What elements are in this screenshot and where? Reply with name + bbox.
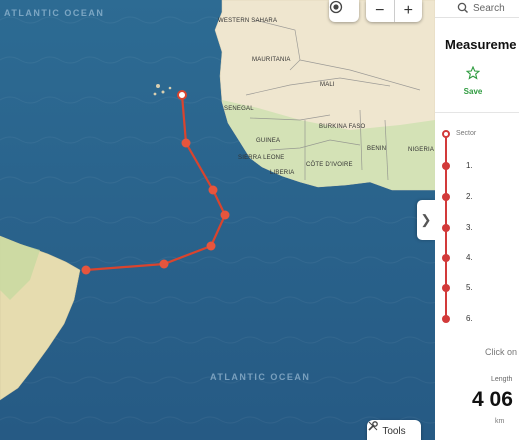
route-vertex: [181, 138, 191, 148]
map-canvas[interactable]: ATLANTIC OCEAN ATLANTIC OCEAN WESTERN SA…: [0, 0, 435, 440]
zoom-out-button[interactable]: −: [366, 0, 394, 22]
point-marker: [442, 162, 450, 170]
sector-label: Sector: [456, 130, 477, 137]
point-marker: [442, 284, 450, 292]
locate-button[interactable]: [329, 0, 359, 22]
panel-divider: [435, 112, 519, 113]
point-row[interactable]: 3.: [435, 222, 519, 252]
country-label: BENIN: [367, 146, 387, 152]
country-label: SENEGAL: [224, 106, 254, 112]
country-label: MAURITANIA: [252, 57, 291, 63]
route-start-vertex: [177, 90, 187, 100]
point-row[interactable]: 5.: [435, 282, 519, 312]
route-vertex: [220, 210, 230, 220]
point-number: 2.: [466, 192, 473, 201]
point-marker: [442, 315, 450, 323]
point-row[interactable]: 1.: [435, 160, 519, 190]
star-icon: [465, 65, 481, 80]
length-value: 4 06: [472, 388, 513, 411]
sector-start-marker: [442, 130, 450, 138]
chevron-right-icon: ❯: [420, 212, 432, 227]
tools-button[interactable]: Tools: [367, 420, 421, 440]
point-number: 3.: [466, 223, 473, 232]
zoom-in-button[interactable]: +: [393, 0, 423, 22]
point-row[interactable]: 6.: [435, 313, 519, 343]
length-label: Length: [491, 376, 513, 383]
panel-title: Measureme: [445, 37, 517, 52]
point-number: 4.: [466, 253, 473, 262]
zoom-controls: − +: [366, 0, 422, 22]
length-unit: km: [495, 418, 505, 425]
point-marker: [442, 254, 450, 262]
country-label: MALI: [320, 82, 335, 88]
search-icon: [457, 2, 468, 13]
route-vertex: [81, 265, 91, 275]
country-label: NIGERIA: [408, 147, 435, 153]
save-label: Save: [463, 87, 483, 96]
save-button[interactable]: Save: [458, 65, 488, 96]
measurement-panel: Search Measureme Save Sector 1. 2. 3. 4.…: [435, 0, 519, 440]
point-marker: [442, 224, 450, 232]
wrench-icon: [368, 421, 378, 431]
country-label: GUINEA: [256, 138, 281, 144]
ocean-label: ATLANTIC OCEAN: [4, 8, 105, 18]
point-marker: [442, 193, 450, 201]
point-row[interactable]: 2.: [435, 191, 519, 221]
route-vertex: [159, 259, 169, 269]
country-label: BURKINA FASO: [319, 124, 366, 130]
collapse-panel-button[interactable]: ❯: [417, 200, 435, 240]
point-number: 1.: [466, 161, 473, 170]
country-label: SIERRA LEONE: [238, 155, 285, 161]
hint-text: Click on: [485, 347, 518, 357]
route-vertex: [206, 241, 216, 251]
ocean-label: ATLANTIC OCEAN: [210, 372, 311, 382]
point-row[interactable]: 4.: [435, 252, 519, 282]
country-label: LIBERIA: [270, 170, 295, 176]
target-icon: [329, 0, 343, 14]
country-label: CÔTE D'IVOIRE: [306, 162, 353, 168]
route-vertex: [208, 185, 218, 195]
country-label: WESTERN SAHARA: [218, 18, 278, 24]
tools-label: Tools: [382, 425, 406, 437]
search-placeholder: Search: [473, 3, 505, 14]
point-number: 6.: [466, 314, 473, 323]
search-bar[interactable]: Search: [435, 0, 519, 18]
point-number: 5.: [466, 283, 473, 292]
